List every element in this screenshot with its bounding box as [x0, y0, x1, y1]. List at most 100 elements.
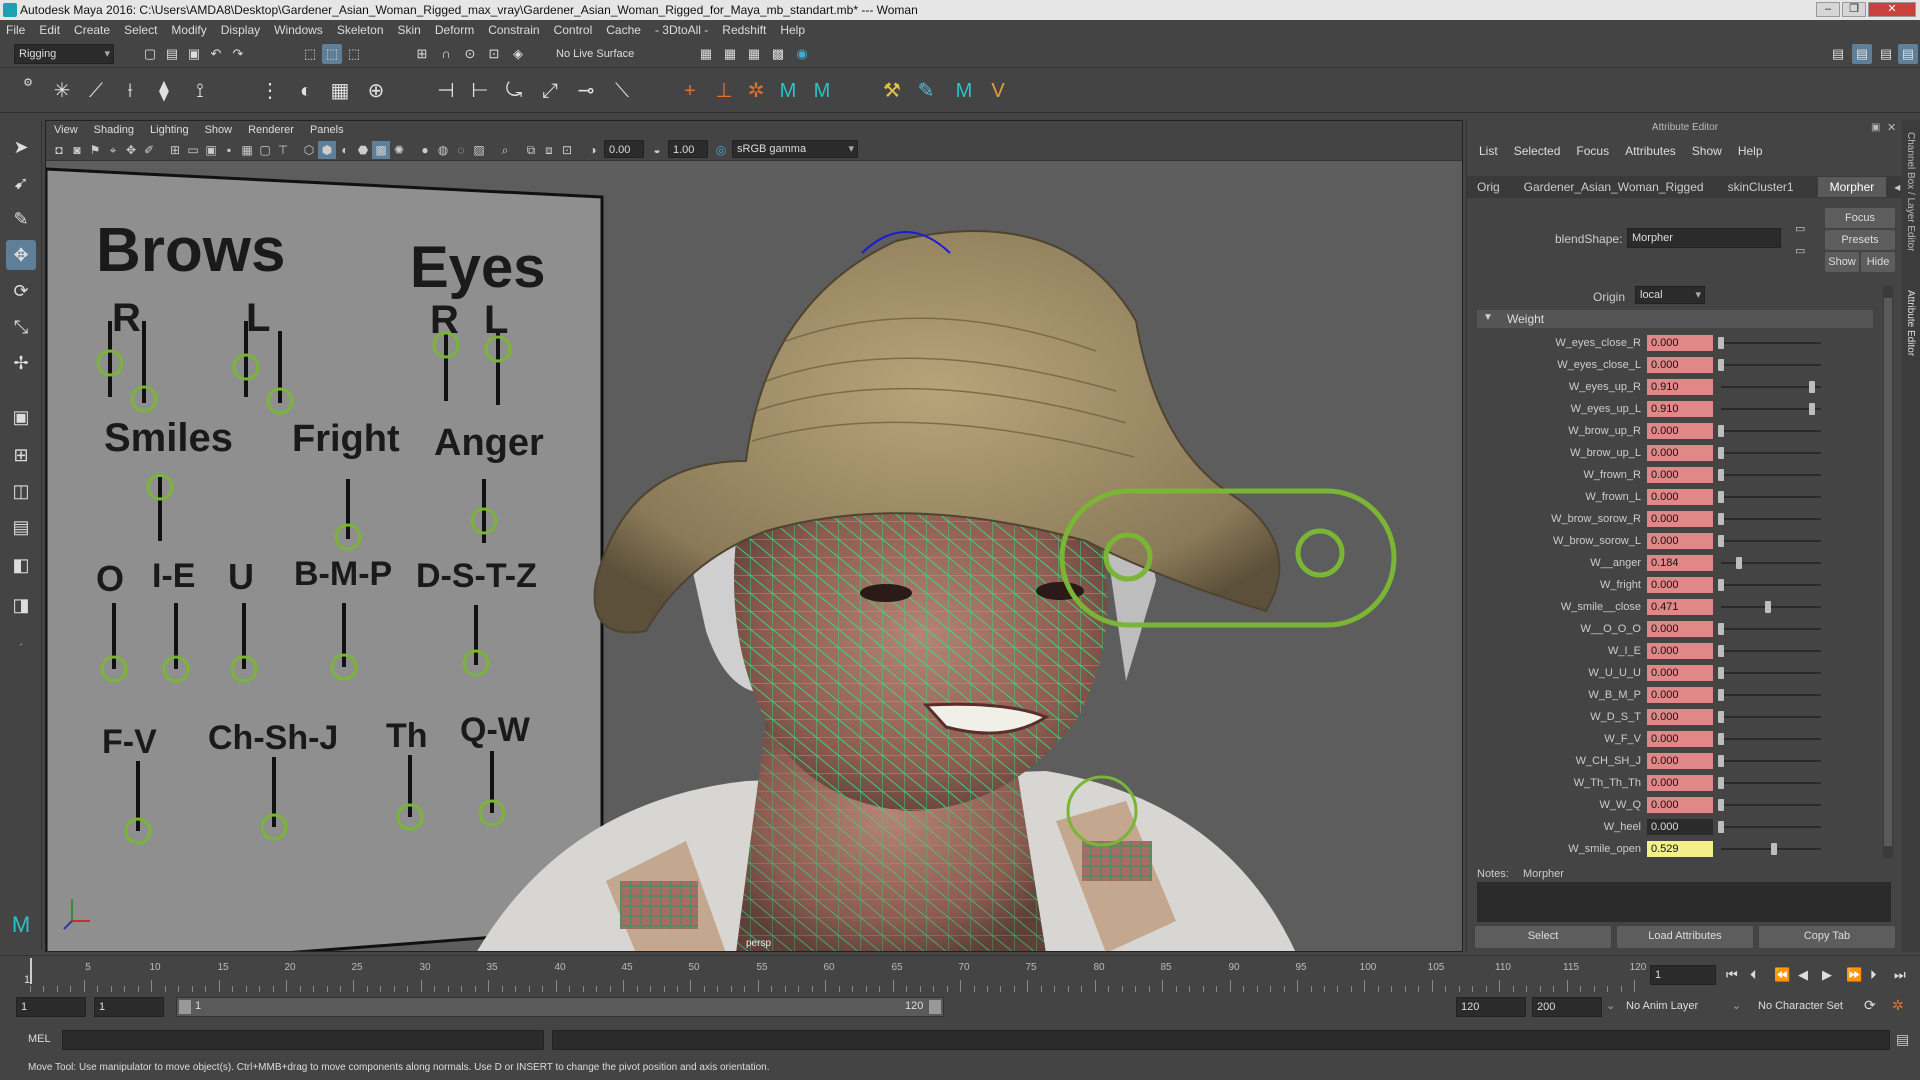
render-view-icon[interactable]: ◉: [792, 44, 812, 64]
weight-slider-track[interactable]: [1721, 342, 1821, 344]
safe-action-icon[interactable]: ▢: [256, 141, 274, 159]
select-hierarchy-icon[interactable]: ⬚: [300, 44, 320, 64]
weight-slider-handle[interactable]: [1718, 469, 1724, 481]
weight-slider-handle[interactable]: [1718, 689, 1724, 701]
channel-box-toggle-icon[interactable]: ▤: [1898, 44, 1918, 64]
weight-value-input[interactable]: 0.000: [1647, 511, 1713, 527]
weight-slider-track[interactable]: [1721, 408, 1821, 410]
weight-slider-handle[interactable]: [1736, 557, 1742, 569]
attr-menu-show[interactable]: Show: [1692, 144, 1722, 158]
menu-help[interactable]: Help: [780, 23, 805, 37]
tab-gardener-rigged[interactable]: Gardener_Asian_Woman_Rigged: [1524, 180, 1704, 194]
ik-spline-icon[interactable]: ⟊: [116, 77, 144, 105]
3d-scene[interactable]: Brows Eyes R L R L Smiles Fright Anger O…: [46, 161, 1462, 951]
attr-scrollbar-thumb[interactable]: [1884, 298, 1892, 846]
select-object-icon[interactable]: ⬚: [322, 44, 342, 64]
wireframe-on-shaded-icon[interactable]: ⬣: [354, 141, 372, 159]
step-forward-icon[interactable]: ⏵: [1870, 967, 1877, 983]
attr-menu-focus[interactable]: Focus: [1576, 144, 1609, 158]
weight-slider-track[interactable]: [1721, 650, 1821, 652]
default-material-icon[interactable]: ◐: [336, 141, 354, 159]
persp-graph-icon[interactable]: ▤: [6, 512, 36, 542]
exposure-input[interactable]: 0.00: [604, 140, 644, 158]
weight-slider-track[interactable]: [1721, 540, 1821, 542]
weight-slider-handle[interactable]: [1809, 403, 1815, 415]
snap-surface-icon[interactable]: ◈: [508, 44, 528, 64]
save-scene-icon[interactable]: ▣: [184, 44, 204, 64]
weight-slider-track[interactable]: [1721, 738, 1821, 740]
weight-slider-handle[interactable]: [1718, 337, 1724, 349]
weight-value-input[interactable]: 0.000: [1647, 335, 1713, 351]
weight-slider-handle[interactable]: [1718, 513, 1724, 525]
select-tool-icon[interactable]: ➤: [6, 132, 36, 162]
menu-select[interactable]: Select: [124, 23, 157, 37]
color-management-icon[interactable]: ◎: [712, 141, 730, 159]
weight-value-input[interactable]: 0.000: [1647, 577, 1713, 593]
weight-slider-track[interactable]: [1721, 826, 1821, 828]
xray-joints-icon[interactable]: ⧈: [540, 141, 558, 159]
origin-dropdown[interactable]: local ▾: [1635, 286, 1705, 304]
weight-slider-handle[interactable]: [1718, 623, 1724, 635]
attribute-editor-tab[interactable]: Attribute Editor: [1905, 290, 1916, 356]
weight-slider-handle[interactable]: [1765, 601, 1771, 613]
playback-start-input[interactable]: 1: [94, 997, 164, 1017]
workspace-icon[interactable]: ▤: [1828, 44, 1848, 64]
time-ruler[interactable]: 5 10 15 20 25 30 35 40 45 50 55 60 65 70 75 80 85 90 95 100…: [30, 958, 1646, 994]
hide-button[interactable]: Hide: [1861, 252, 1895, 272]
play-backward-icon[interactable]: ◀: [1798, 967, 1808, 983]
menu-set-dropdown[interactable]: Rigging ▾: [14, 44, 114, 64]
step-forward-key-icon[interactable]: ⏩: [1846, 967, 1862, 983]
current-time-marker[interactable]: [30, 958, 32, 984]
vp-menu-lighting[interactable]: Lighting: [150, 124, 189, 136]
aim-constraint-icon[interactable]: ⊸: [572, 77, 600, 105]
paint-brush-icon[interactable]: ✎: [912, 77, 940, 105]
weight-value-input[interactable]: 0.000: [1647, 797, 1713, 813]
menu-constrain[interactable]: Constrain: [488, 23, 539, 37]
attr-menu-selected[interactable]: Selected: [1514, 144, 1561, 158]
animation-end-input[interactable]: 200: [1532, 997, 1602, 1017]
weight-value-input[interactable]: 0.000: [1647, 753, 1713, 769]
weight-value-input[interactable]: 0.000: [1647, 489, 1713, 505]
gate-mask-icon[interactable]: ▪: [220, 141, 238, 159]
ambient-occlusion-icon[interactable]: ◍: [434, 141, 452, 159]
weight-slider-handle[interactable]: [1718, 425, 1724, 437]
script-editor-icon[interactable]: ▤: [1896, 1031, 1909, 1048]
menu-create[interactable]: Create: [74, 23, 110, 37]
grid-toggle-icon[interactable]: ⊞: [166, 141, 184, 159]
single-view-icon[interactable]: ▣: [6, 402, 36, 432]
textured-icon[interactable]: ▩: [372, 141, 390, 159]
animation-start-input[interactable]: 1: [16, 997, 86, 1017]
menu-display[interactable]: Display: [221, 23, 260, 37]
weight-slider-track[interactable]: [1721, 474, 1821, 476]
weight-value-input[interactable]: 0.000: [1647, 621, 1713, 637]
weight-slider-track[interactable]: [1721, 672, 1821, 674]
weight-slider-track[interactable]: [1721, 694, 1821, 696]
weight-slider-track[interactable]: [1721, 760, 1821, 762]
weight-slider-handle[interactable]: [1809, 381, 1815, 393]
blend-shape-icon[interactable]: ◐: [292, 77, 320, 105]
go-to-start-icon[interactable]: ⏮: [1726, 967, 1738, 983]
lights-icon[interactable]: ✺: [390, 141, 408, 159]
weight-value-input[interactable]: 0.000: [1647, 665, 1713, 681]
shadows-icon[interactable]: ●: [416, 141, 434, 159]
open-scene-icon[interactable]: ▤: [162, 44, 182, 64]
weight-slider-handle[interactable]: [1718, 447, 1724, 459]
skin-bind-icon[interactable]: ✲: [742, 77, 770, 105]
weight-value-input[interactable]: 0.471: [1647, 599, 1713, 615]
range-end-handle[interactable]: [929, 1000, 941, 1014]
hypershade-icon[interactable]: ▩: [768, 44, 788, 64]
menu-skeleton[interactable]: Skeleton: [337, 23, 384, 37]
step-back-key-icon[interactable]: ⏪: [1774, 967, 1790, 983]
weight-slider-handle[interactable]: [1718, 645, 1724, 657]
vertex-icon[interactable]: V: [984, 77, 1012, 105]
weight-slider-handle[interactable]: [1771, 843, 1777, 855]
2d-pan-icon[interactable]: ✥: [122, 141, 140, 159]
weight-slider-handle[interactable]: [1718, 777, 1724, 789]
tab-morpher[interactable]: Morpher: [1817, 177, 1887, 197]
weight-slider-track[interactable]: [1721, 584, 1821, 586]
snap-grid-icon[interactable]: ⊞: [412, 44, 432, 64]
vp-menu-renderer[interactable]: Renderer: [248, 124, 294, 136]
camera-select-icon[interactable]: ◘: [50, 141, 68, 159]
range-slider[interactable]: 1 120: [176, 997, 944, 1017]
pole-vector-icon[interactable]: ⟍: [608, 77, 636, 105]
